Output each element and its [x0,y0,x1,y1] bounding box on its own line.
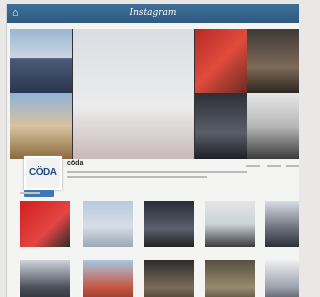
posts-count-value [246,165,260,167]
cover-photo-mosaic [10,29,299,159]
username: cöda [67,160,84,167]
app-title: Instagram [129,8,177,18]
profile-header: CÖDA cöda [10,154,299,197]
photo-thumbnail[interactable] [20,201,70,247]
profile-bio-line [67,171,247,173]
followers-count-value [267,165,281,167]
following-count[interactable] [286,164,299,174]
photo-thumbnail[interactable] [144,201,194,247]
photo-thumbnail[interactable] [205,260,255,297]
photo-thumbnail[interactable] [144,260,194,297]
posts-count[interactable] [246,164,266,174]
photo-thumbnail[interactable] [265,201,299,247]
photo-thumbnail[interactable] [205,201,255,247]
avatar-logo-text: CÖDA [29,167,57,178]
cover-photo-eiffel-tower[interactable] [73,29,194,159]
avatar[interactable]: CÖDA [24,156,62,190]
photo-thumbnail[interactable] [83,201,133,247]
following-count-value [286,165,299,167]
cover-photo[interactable] [247,93,299,159]
followers-count[interactable] [267,164,287,174]
cover-photo[interactable] [195,93,247,159]
app-window: ⌂ Instagram CÖDA cöda [6,4,299,297]
cover-photo[interactable] [10,29,72,93]
photo-thumbnail[interactable] [20,260,70,297]
photo-grid [10,192,299,297]
cover-photo[interactable] [247,29,299,93]
photo-thumbnail[interactable] [83,260,133,297]
top-bar: ⌂ Instagram [7,4,299,23]
cover-photo[interactable] [10,93,72,159]
photo-thumbnail[interactable] [265,260,299,297]
section-label [20,192,40,194]
profile-bio-line [67,176,207,178]
cover-photo[interactable] [195,29,247,93]
